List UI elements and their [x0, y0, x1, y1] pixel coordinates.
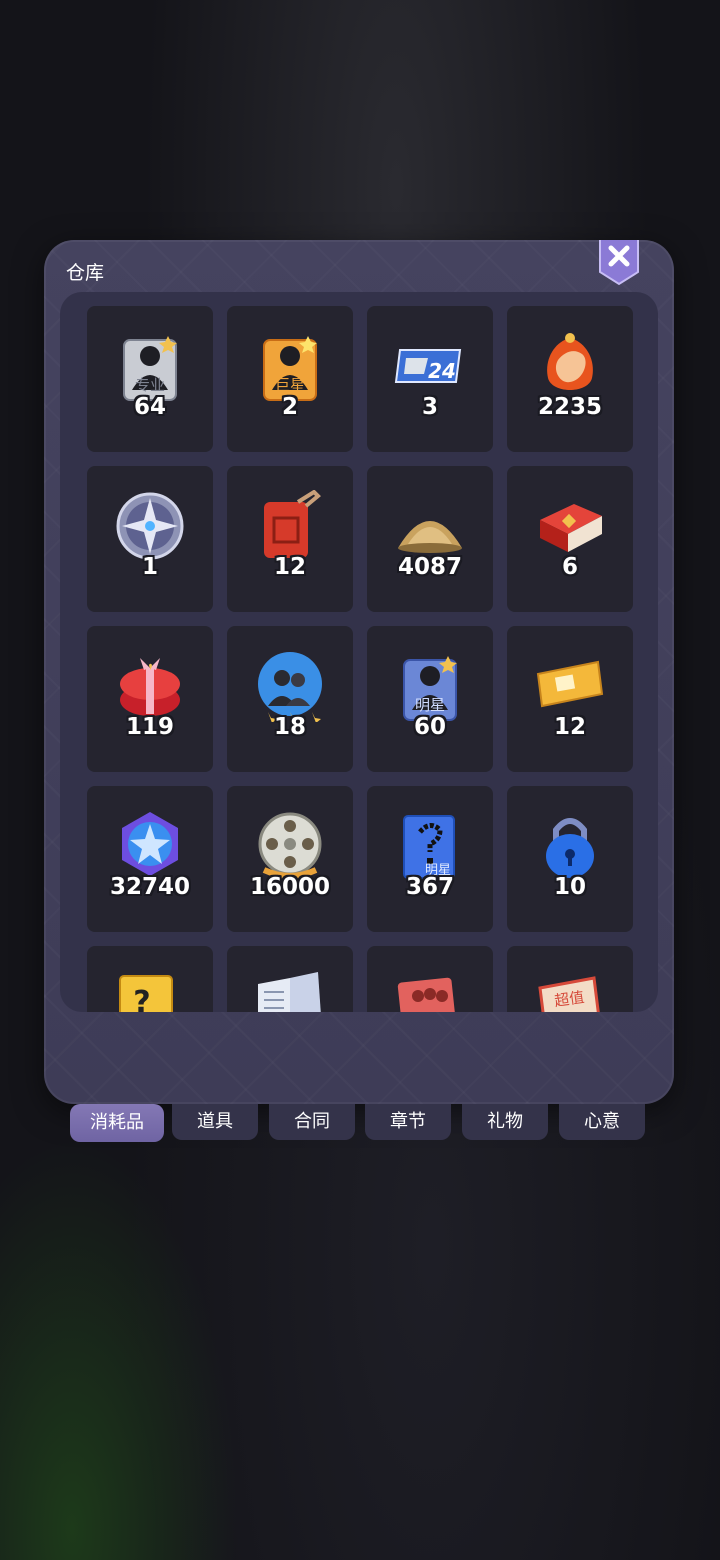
item-slot[interactable]: 2235	[507, 306, 633, 452]
tab-contracts[interactable]: 合同	[269, 1104, 355, 1140]
speed-24-ticket-icon: 24	[394, 349, 462, 383]
warehouse-panel: 仓库 专业 64 巨星 2 24 3 2235 1 12 4087 6 119 …	[44, 240, 674, 1104]
gift-box-icon	[120, 658, 180, 716]
mystery-star-box-icon: 明星	[403, 815, 455, 879]
pro-card-label: 专业	[135, 376, 165, 394]
item-count: 1	[141, 554, 158, 580]
item-count: 6	[561, 554, 578, 580]
item-count: 2	[281, 394, 298, 420]
item-slot[interactable]: 24 3	[367, 306, 493, 452]
item-count: 12	[553, 714, 586, 740]
tab-tokens[interactable]: 心意	[559, 1104, 645, 1140]
item-slot[interactable]: 4087	[367, 466, 493, 612]
blue-star-medal-icon	[122, 812, 178, 876]
tab-gifts[interactable]: 礼物	[462, 1104, 548, 1140]
item-slot[interactable]: 32740	[87, 786, 213, 932]
panel-title: 仓库	[66, 262, 105, 284]
item-slot[interactable]: 6	[507, 466, 633, 612]
item-slot[interactable]: 明星 367	[367, 786, 493, 932]
tab-chapters[interactable]: 章节	[365, 1104, 451, 1140]
item-slot[interactable]	[367, 946, 493, 1012]
sand-pile-icon	[398, 521, 462, 553]
tab-props[interactable]: 道具	[172, 1104, 258, 1140]
question-block-icon: ?	[119, 975, 173, 1012]
item-slot[interactable]: 119	[87, 626, 213, 772]
item-count: 16000	[249, 874, 331, 900]
fuel-can-icon	[264, 490, 321, 558]
svg-text:?: ?	[133, 985, 150, 1012]
audience-card-icon	[397, 977, 457, 1012]
staff-badge-icon	[258, 652, 322, 722]
item-count: 60	[413, 714, 446, 740]
item-count: 4087	[397, 554, 462, 580]
item-count: 10	[553, 874, 586, 900]
red-book-icon	[540, 504, 602, 552]
item-count: 12	[273, 554, 306, 580]
star-card-icon: 明星	[403, 656, 457, 721]
film-reel-icon	[258, 812, 322, 879]
blue-lock-icon	[546, 818, 594, 878]
item-count: 32740	[109, 874, 191, 900]
item-slot[interactable]: 12	[507, 626, 633, 772]
value-ticket-icon: 超值	[538, 976, 600, 1012]
golden-ticket-icon	[536, 660, 604, 708]
item-slot[interactable]: ?	[87, 946, 213, 1012]
item-slot[interactable]: 超值	[507, 946, 633, 1012]
item-grid-well: 专业 64 巨星 2 24 3 2235 1 12 4087 6 119 18 …	[60, 292, 658, 1012]
thumbs-up-icon	[547, 333, 593, 390]
pro-card-icon: 专业	[123, 336, 177, 401]
item-count: 3	[421, 394, 438, 420]
item-slot[interactable]: 18	[227, 626, 353, 772]
item-slot[interactable]	[227, 946, 353, 1012]
item-slot[interactable]: 10	[507, 786, 633, 932]
compass-star-icon	[116, 492, 184, 560]
star-card-label: 明星	[415, 696, 445, 714]
item-slot[interactable]: 1	[87, 466, 213, 612]
category-tabs: 消耗品 道具 合同 章节 礼物 心意	[70, 1104, 650, 1144]
item-slot[interactable]: 16000	[227, 786, 353, 932]
item-count: 367	[405, 874, 454, 900]
item-count: 64	[133, 394, 166, 420]
svg-text:24: 24	[428, 359, 456, 383]
superstar-card-icon: 巨星	[263, 336, 317, 401]
close-button[interactable]	[598, 240, 640, 286]
item-count: 2235	[537, 394, 602, 420]
newspaper-icon	[258, 972, 321, 1012]
item-slot[interactable]: 专业 64	[87, 306, 213, 452]
item-slot[interactable]: 12	[227, 466, 353, 612]
item-slot[interactable]: 巨星 2	[227, 306, 353, 452]
item-slot[interactable]: 明星 60	[367, 626, 493, 772]
close-icon	[599, 240, 639, 286]
superstar-card-label: 巨星	[275, 376, 305, 394]
item-count: 18	[273, 714, 306, 740]
tab-consumables[interactable]: 消耗品	[70, 1104, 164, 1142]
item-count: 119	[125, 714, 174, 740]
item-grid: 专业 64 巨星 2 24 3 2235 1 12 4087 6 119 18 …	[87, 306, 633, 1012]
